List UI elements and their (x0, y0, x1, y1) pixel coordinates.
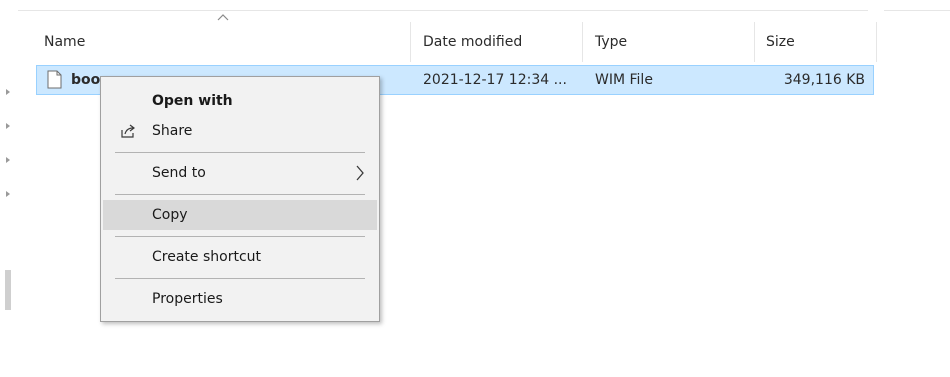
column-divider[interactable] (754, 22, 755, 62)
sort-up-icon[interactable] (216, 12, 230, 22)
menu-item-create-shortcut[interactable]: Create shortcut (103, 242, 377, 272)
nav-expand-arrow-icon[interactable] (6, 123, 10, 129)
chevron-right-icon (356, 165, 364, 181)
column-header-name[interactable]: Name (44, 28, 85, 56)
menu-separator (115, 152, 365, 153)
menu-separator (115, 278, 365, 279)
menu-item-label: Share (152, 123, 193, 139)
column-header-date-modified[interactable]: Date modified (423, 28, 522, 56)
menu-item-send-to[interactable]: Send to (103, 158, 377, 188)
menu-item-properties[interactable]: Properties (103, 284, 377, 314)
menu-item-label: Properties (152, 291, 223, 307)
share-icon (121, 124, 135, 138)
top-divider-right (884, 10, 950, 11)
menu-item-copy[interactable]: Copy (103, 200, 377, 230)
menu-item-share[interactable]: Share (103, 116, 377, 146)
column-header-type[interactable]: Type (595, 28, 627, 56)
file-name: boo (71, 72, 101, 88)
menu-separator (115, 194, 365, 195)
menu-item-label: Create shortcut (152, 249, 262, 265)
context-menu: Open with Share Send to Copy Create shor… (100, 76, 380, 322)
nav-expand-arrow-icon[interactable] (6, 157, 10, 163)
menu-item-label: Copy (152, 207, 188, 223)
nav-expand-arrow-icon[interactable] (6, 191, 10, 197)
nav-pane-scrollbar[interactable] (5, 270, 11, 310)
column-divider[interactable] (582, 22, 583, 62)
column-divider[interactable] (876, 22, 877, 62)
menu-separator (115, 236, 365, 237)
menu-item-label: Send to (152, 165, 206, 181)
column-header-size[interactable]: Size (766, 28, 795, 56)
menu-item-label: Open with (152, 93, 233, 109)
nav-expand-arrow-icon[interactable] (6, 89, 10, 95)
file-icon (47, 70, 62, 89)
column-header-row: Name Date modified Type Size (0, 22, 880, 62)
menu-item-open-with[interactable]: Open with (103, 86, 377, 116)
file-type: WIM File (595, 72, 653, 88)
file-size: 349,116 KB (783, 72, 865, 88)
file-date-modified: 2021-12-17 12:34 ... (423, 72, 567, 88)
column-divider[interactable] (410, 22, 411, 62)
top-divider (18, 10, 868, 11)
